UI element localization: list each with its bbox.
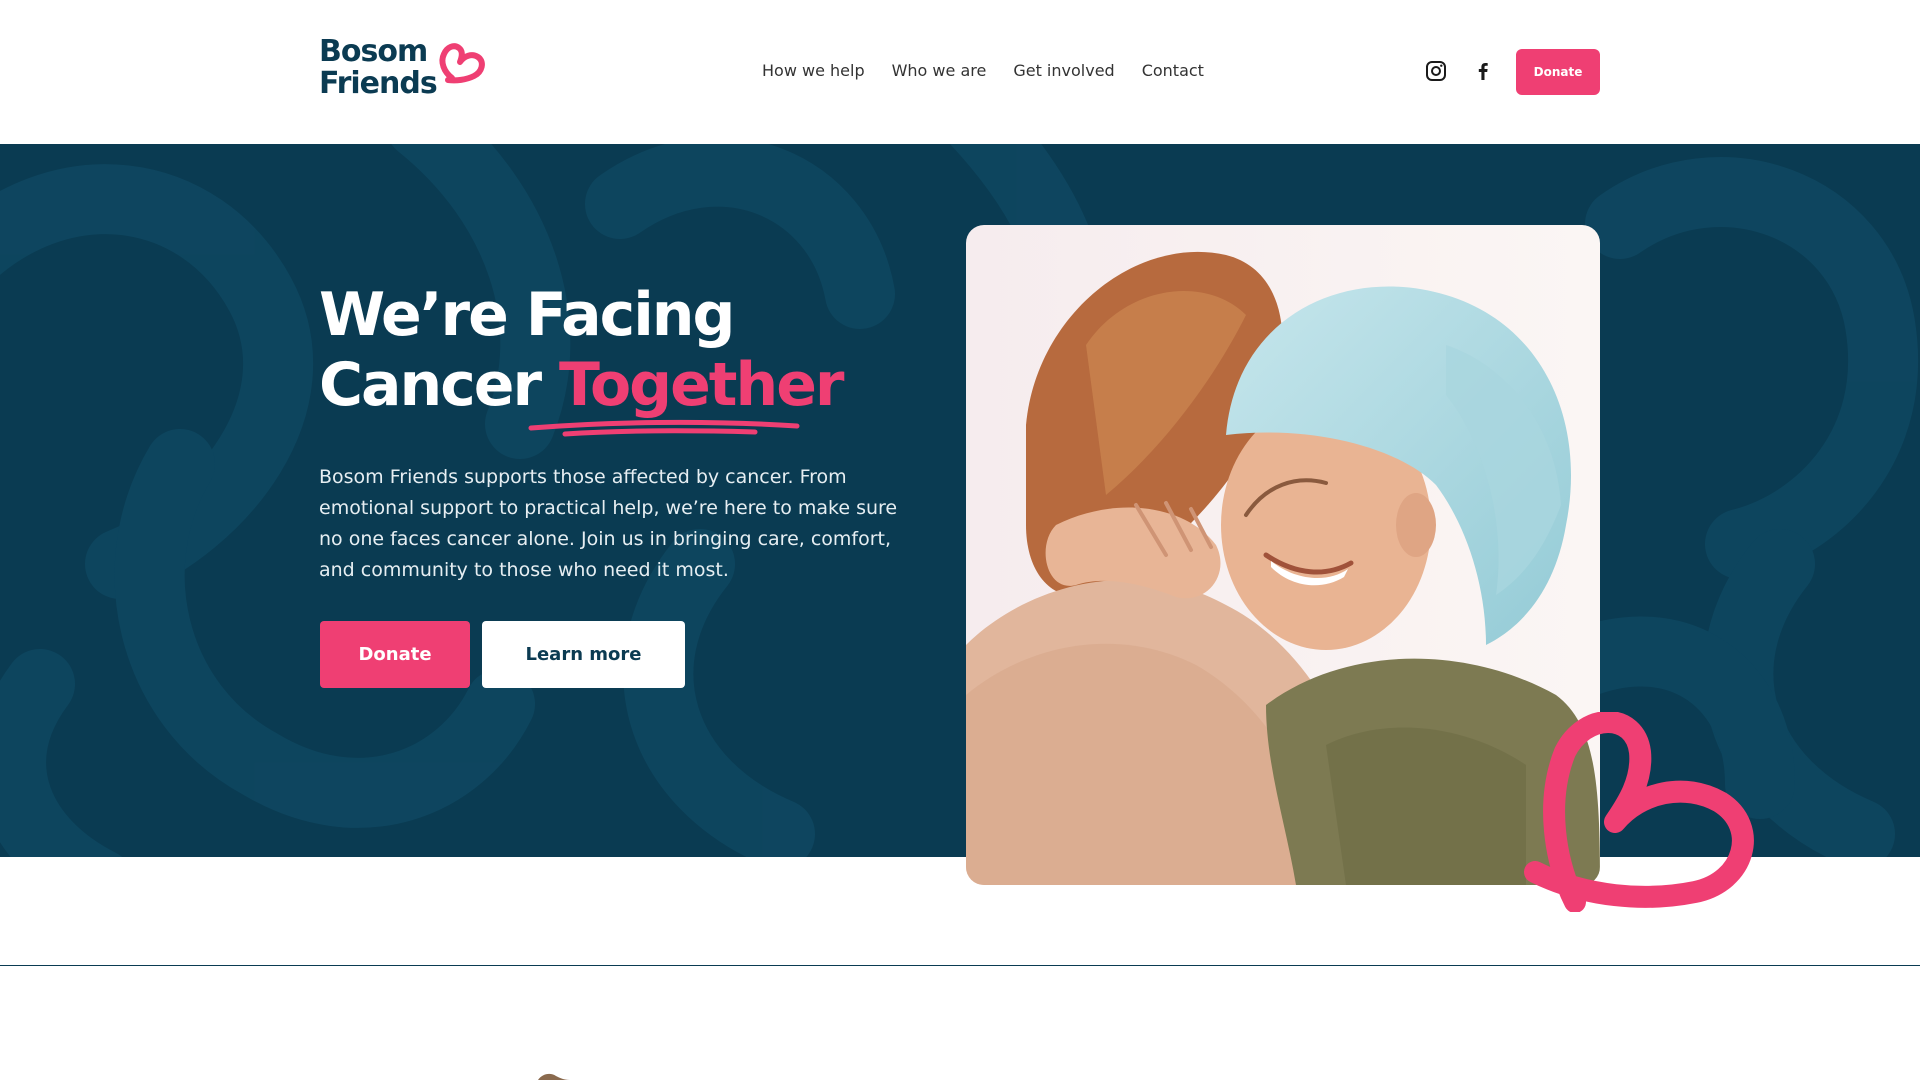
hug-photo-illustration: [966, 225, 1600, 885]
big-heart-icon: [1524, 712, 1754, 912]
nav-who-we-are[interactable]: Who we are: [892, 58, 987, 84]
nav-contact[interactable]: Contact: [1142, 58, 1204, 84]
logo-wordmark: Bosom Friends: [319, 34, 438, 101]
instagram-icon[interactable]: [1425, 60, 1447, 82]
heart-logo-icon: [439, 43, 485, 84]
learn-more-button[interactable]: Learn more: [482, 621, 685, 688]
next-section-image-peek: [538, 1073, 570, 1080]
hero-photo: [966, 225, 1600, 885]
header-donate-button[interactable]: Donate: [1516, 49, 1600, 95]
facebook-icon[interactable]: [1472, 60, 1494, 82]
logo-line-1: Bosom: [319, 34, 428, 69]
hero-title-line-2-start: Cancer: [319, 350, 559, 420]
hero-title-line-1: We’re Facing: [319, 280, 735, 350]
logo-line-2: Friends: [319, 66, 438, 101]
section-divider: [0, 965, 1920, 966]
hero-description: Bosom Friends supports those affected by…: [319, 466, 898, 581]
nav-how-we-help[interactable]: How we help: [762, 58, 865, 84]
site-header: Bosom Friends How we help Who we are Get…: [0, 0, 1920, 144]
scribble-underline-icon: [528, 419, 800, 437]
main-nav: How we help Who we are Get involved Cont…: [762, 58, 1204, 84]
hero-donate-button[interactable]: Donate: [320, 621, 470, 688]
nav-get-involved[interactable]: Get involved: [1013, 58, 1114, 84]
logo[interactable]: Bosom Friends: [319, 36, 489, 108]
hero-title: We’re Facing Cancer Together: [319, 280, 844, 420]
